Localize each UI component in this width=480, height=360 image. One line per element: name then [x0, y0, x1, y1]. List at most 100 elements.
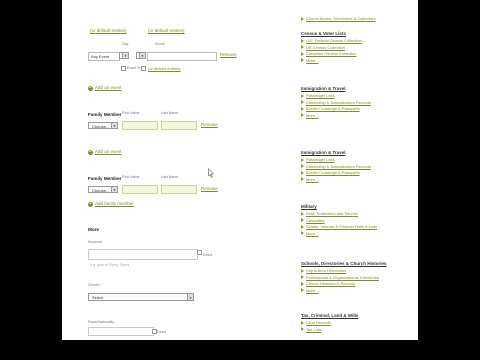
- event-input-value: Any Event: [91, 53, 110, 59]
- race-exact-label: Exact: [157, 330, 166, 334]
- plus-icon[interactable]: +: [88, 150, 93, 155]
- plus-icon[interactable]: +: [88, 202, 93, 207]
- sidebar-link[interactable]: Church Histories & Records: [306, 281, 355, 286]
- sidebar-link[interactable]: More...: [306, 231, 318, 236]
- sidebar-link[interactable]: Border Crossings & Passports: [306, 106, 360, 111]
- triangle-bullet-icon: [301, 177, 304, 181]
- more-heading: More: [88, 227, 99, 232]
- race-label: Race/Nationality: [88, 320, 115, 324]
- triangle-bullet-icon: [301, 211, 304, 216]
- sidebar-link[interactable]: Citizenship & Naturalization Records: [306, 100, 371, 105]
- gender-select-value: Select: [92, 295, 104, 300]
- first-name-input-2[interactable]: [122, 185, 158, 194]
- sidebar-link[interactable]: Professional & Organizational Directorie…: [306, 275, 379, 280]
- triangle-bullet-icon: [301, 38, 304, 43]
- month-select[interactable]: ▼: [136, 52, 146, 59]
- sidebar-link[interactable]: Passenger Lists: [306, 157, 334, 162]
- remove-link-3[interactable]: Remove: [201, 186, 218, 192]
- triangle-bullet-icon: [301, 51, 304, 56]
- sidebar-link[interactable]: More...: [306, 177, 318, 182]
- default-entries-link-2[interactable]: (or default entries): [148, 28, 185, 34]
- sidebar-link[interactable]: Passenger Lists: [306, 93, 334, 98]
- sidebar-section-heading[interactable]: Census & Voter Lists: [301, 31, 346, 36]
- sidebar-link[interactable]: More...: [306, 58, 318, 63]
- sidebar-link[interactable]: U.S. Federal Census Collection: [306, 38, 362, 43]
- keyword-exact-checkbox[interactable]: [197, 250, 202, 255]
- day-select[interactable]: ▼: [119, 52, 129, 59]
- sidebar-section-heading[interactable]: Immigration & Travel: [301, 86, 346, 91]
- sidebar-link[interactable]: City & Area Directories: [306, 268, 346, 273]
- first-name-input-1[interactable]: [122, 121, 158, 130]
- add-family-member-link[interactable]: Add family member: [95, 201, 134, 207]
- triangle-bullet-icon: [301, 16, 304, 21]
- add-event-link-1[interactable]: Add an event: [95, 85, 122, 91]
- dropdown-caret-icon: ▼: [111, 187, 117, 192]
- exact-year-checkbox[interactable]: [121, 66, 126, 71]
- keyword-exact-label: Exact: [203, 253, 212, 257]
- keyword-input[interactable]: [88, 249, 198, 260]
- sidebar-link[interactable]: Land Records: [306, 320, 331, 325]
- triangle-bullet-icon: [301, 327, 304, 331]
- sidebar-section-heading[interactable]: Tax, Criminal, Land & Wills: [301, 313, 358, 318]
- keyword-label: Keyword: [88, 240, 102, 244]
- default-entries-link-1[interactable]: (or default entries): [90, 28, 127, 34]
- triangle-bullet-icon: [301, 231, 304, 235]
- triangle-bullet-icon: [301, 100, 304, 104]
- first-name-label-2: First Name: [122, 175, 140, 179]
- first-name-label-1: First Name: [122, 111, 140, 115]
- triangle-bullet-icon: [301, 268, 304, 273]
- sidebar-link[interactable]: Casualties: [306, 218, 325, 223]
- sidebar: Church Books, Directories & Calendars Cen…: [300, 0, 418, 340]
- sidebar-link[interactable]: Canadian Census Collection: [306, 51, 356, 56]
- sidebar-link[interactable]: UK Census Collection: [306, 45, 345, 50]
- sidebar-section-heading[interactable]: Immigration & Travel: [301, 150, 346, 155]
- day-label: Day: [122, 42, 129, 46]
- triangle-bullet-icon: [301, 224, 304, 229]
- year-range-checkbox[interactable]: [141, 66, 146, 71]
- last-name-label-1: Last Name: [161, 111, 179, 115]
- family-member-select-2[interactable]: Choose... ▼: [88, 186, 118, 193]
- triangle-bullet-icon: [301, 218, 304, 222]
- last-name-input-2[interactable]: [161, 185, 197, 194]
- sidebar-section-heading[interactable]: Schools, Directories & Church Histories: [301, 261, 387, 266]
- month-label: Month: [155, 42, 165, 46]
- gender-select[interactable]: Select ▼: [88, 293, 194, 301]
- family-member-select-1[interactable]: Choose... ▼: [88, 122, 118, 129]
- sidebar-link[interactable]: More...: [306, 288, 318, 293]
- triangle-bullet-icon: [301, 157, 304, 162]
- keyword-placeholder: e.g. pilot or Flying Tigers: [90, 263, 130, 267]
- family-member-select-value-2: Choose...: [92, 188, 110, 193]
- default-entries-link-3[interactable]: (or default entries): [148, 67, 180, 71]
- race-input[interactable]: [88, 327, 154, 336]
- event-input[interactable]: Any Event: [88, 52, 120, 61]
- last-name-input-1[interactable]: [161, 121, 197, 130]
- sidebar-section-heading[interactable]: Military: [301, 204, 317, 209]
- sidebar-link[interactable]: More...: [306, 113, 318, 118]
- dropdown-caret-icon: ▼: [187, 294, 193, 300]
- remove-link-2[interactable]: Remove: [201, 122, 218, 128]
- last-name-label-2: Last Name: [161, 175, 179, 179]
- web-page: (or default entries) (or default entries…: [62, 0, 418, 340]
- triangle-bullet-icon: [301, 275, 304, 279]
- year-input[interactable]: [147, 52, 217, 61]
- sidebar-link[interactable]: Citizenship & Naturalization Records: [306, 164, 371, 169]
- triangle-bullet-icon: [301, 45, 304, 49]
- sidebar-link[interactable]: Draft, Enlistment and Service: [306, 211, 358, 216]
- triangle-bullet-icon: [301, 58, 304, 62]
- plus-icon[interactable]: +: [88, 86, 93, 91]
- dropdown-caret-icon: ▼: [139, 53, 145, 58]
- sidebar-link[interactable]: Soldier, Veteran & Prisoner Rolls & List…: [306, 224, 377, 229]
- mouse-cursor-icon: [208, 168, 214, 178]
- family-member-label-2: Family Member: [88, 176, 122, 181]
- triangle-bullet-icon: [301, 93, 304, 98]
- dropdown-caret-icon: ▼: [122, 53, 128, 58]
- sidebar-link[interactable]: Border Crossings & Passports: [306, 170, 360, 175]
- triangle-bullet-icon: [301, 170, 304, 175]
- add-event-link-2[interactable]: Add an event: [95, 149, 122, 155]
- sidebar-link[interactable]: Church Books, Directories & Calendars: [306, 16, 376, 21]
- triangle-bullet-icon: [301, 164, 304, 168]
- remove-link-1[interactable]: Remove: [220, 52, 237, 58]
- sidebar-link[interactable]: Tax Lists: [306, 327, 322, 332]
- triangle-bullet-icon: [301, 106, 304, 111]
- gender-label: Gender: [88, 283, 100, 287]
